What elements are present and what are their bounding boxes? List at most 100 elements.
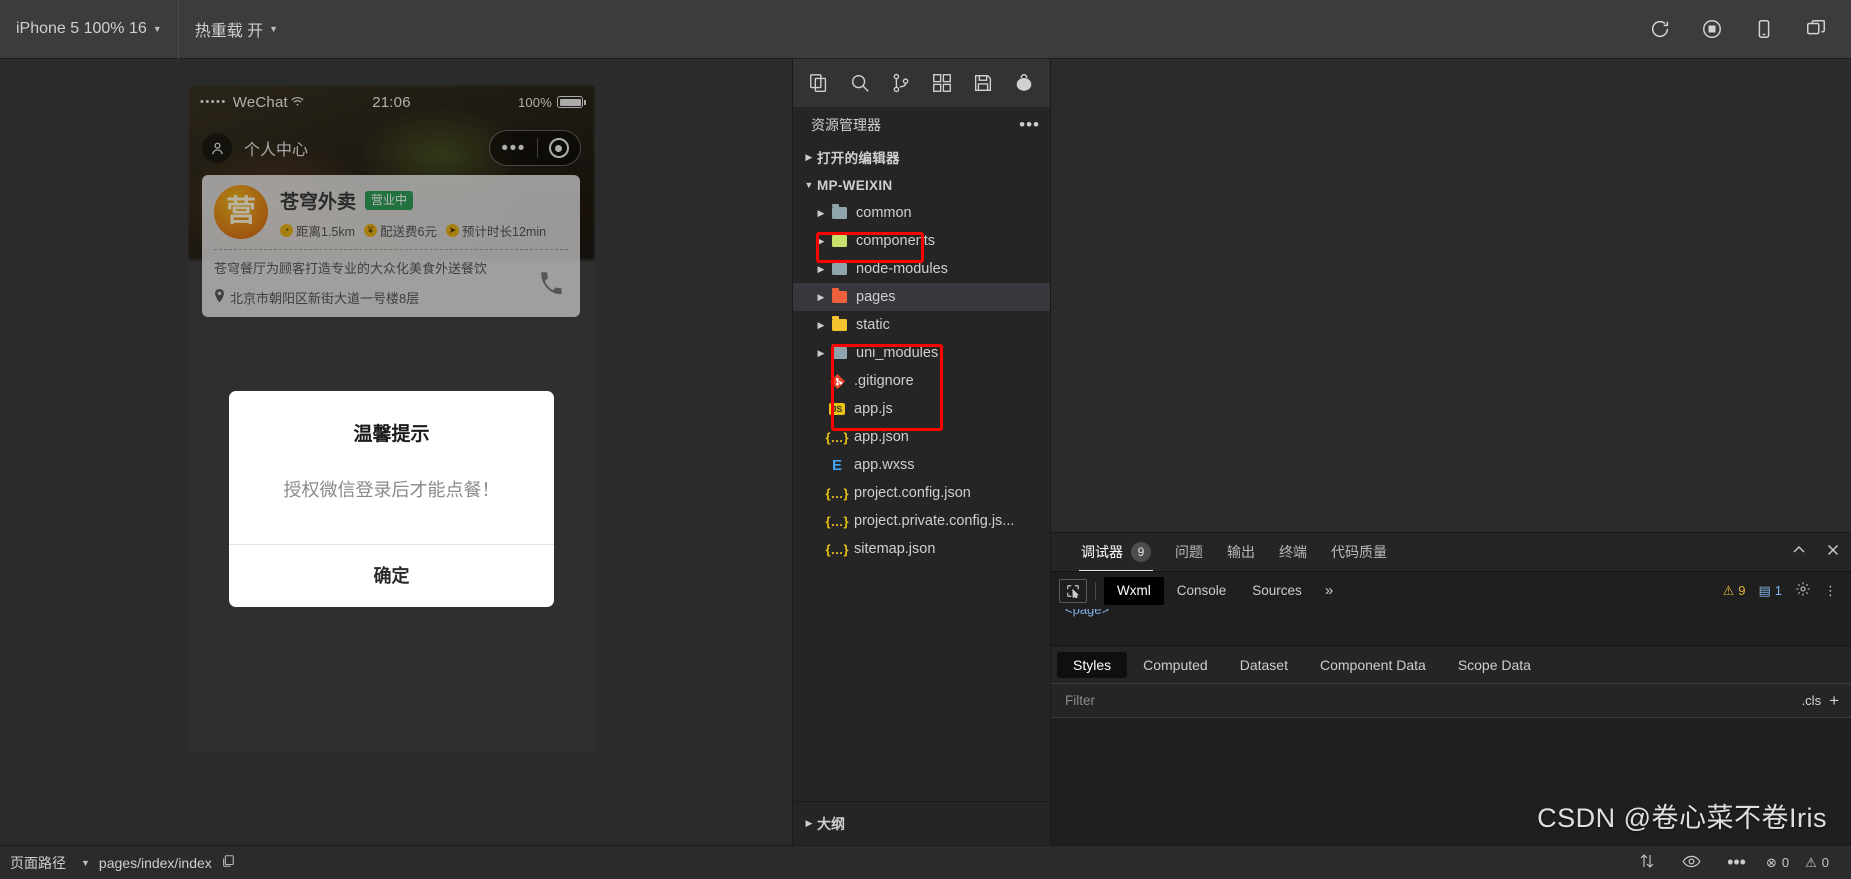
warning-indicator[interactable]: ⚠ 0 [1805,855,1829,871]
tree-item-label: app.js [854,401,893,417]
uniapp-icon[interactable] [1013,70,1036,96]
search-icon[interactable] [848,70,871,96]
tab-debugger[interactable]: 调试器 9 [1069,533,1163,571]
dom-tree[interactable]: <page> [1051,609,1851,645]
modal-title: 温馨提示 [353,424,430,445]
tree-item-common[interactable]: ▶ common [793,199,1050,227]
source-control-icon[interactable] [889,70,912,96]
compare-icon[interactable] [1638,852,1656,873]
chevron-up-icon[interactable] [1791,542,1807,562]
folder-icon [829,260,849,275]
tab-debugger-label: 调试器 [1081,544,1123,560]
style-filter-row: .cls + [1051,683,1851,717]
filter-input[interactable] [1065,693,1794,708]
tree-item-label: .gitignore [854,373,914,389]
tab-problems[interactable]: 问题 [1163,533,1215,571]
folder-static-icon [829,316,849,331]
kebab-menu-icon[interactable]: ⋮ [1824,583,1837,599]
cls-button[interactable]: .cls [1794,693,1830,708]
chevron-down-icon: ▼ [804,180,814,190]
tab-code-quality-label: 代码质量 [1331,544,1387,560]
modal-message: 授权微信登录后才能点餐！ [283,480,500,500]
tree-section-label: 打开的编辑器 [817,151,900,166]
inspector-tab-wxml[interactable]: Wxml [1104,576,1164,605]
style-tab-scope-data[interactable]: Scope Data [1442,652,1547,678]
explorer-icon[interactable] [807,70,830,96]
hot-reload-selector[interactable]: 热重载 开 ▼ [179,0,294,59]
tree-item-app-js[interactable]: JS app.js [793,395,1050,423]
tab-terminal[interactable]: 终端 [1267,533,1319,571]
json-icon: {…} [825,429,849,445]
tree-item-node-modules[interactable]: ▶ node-modules [793,255,1050,283]
inspector-toolbar: Wxml Console Sources » ⚠ 9 ▤ 1 ⋮ [1051,571,1851,609]
tree-item-label: pages [856,289,896,305]
inspector-status: ⚠ 9 ▤ 1 ⋮ [1723,581,1843,600]
error-indicator[interactable]: ⊗ 0 [1766,855,1789,871]
extensions-icon[interactable] [931,70,954,96]
simulator-toolbar: iPhone 5 100% 16 ▼ 热重载 开 ▼ [0,0,1851,59]
editor-area[interactable] [1051,59,1851,532]
tree-item-label: static [856,317,890,333]
tree-item-label: components [856,233,935,249]
app-root: iPhone 5 100% 16 ▼ 热重载 开 ▼ ••••• WeChat … [0,0,1851,879]
devtools-window-controls [1791,542,1841,562]
chevrons-right-icon[interactable]: » [1315,582,1343,599]
window-icon[interactable] [1803,16,1829,42]
tree-item-pages[interactable]: ▶ pages [793,283,1050,311]
tree-item-sitemap-json[interactable]: {…} sitemap.json [793,535,1050,563]
tree-item-app-json[interactable]: {…} app.json [793,423,1050,451]
device-selector[interactable]: iPhone 5 100% 16 ▼ [0,0,179,59]
modal-confirm-button[interactable]: 确定 [229,545,554,607]
tree-item-project-config[interactable]: {…} project.config.json [793,479,1050,507]
tree-item-components[interactable]: ▶ components [793,227,1050,255]
eye-icon[interactable] [1682,852,1701,874]
info-indicator[interactable]: ▤ 1 [1758,583,1782,599]
style-tab-dataset[interactable]: Dataset [1224,652,1304,678]
save-all-icon[interactable] [972,70,995,96]
style-tab-styles[interactable]: Styles [1057,651,1128,678]
element-picker-icon[interactable] [1059,578,1087,603]
tree-item-label: common [856,205,912,221]
tree-item-label: project.private.config.js... [854,513,1015,529]
style-tab-computed[interactable]: Computed [1127,652,1224,678]
outline-section[interactable]: ▶ 大纲 [793,801,1050,845]
tree-section-open-editors[interactable]: ▶ 打开的编辑器 [793,143,1050,171]
gear-icon[interactable] [1795,581,1811,600]
tree-item-gitignore[interactable]: .gitignore [793,367,1050,395]
tree-section-mp-weixin[interactable]: ▼ MP-WEIXIN [793,171,1050,199]
style-tab-component-data[interactable]: Component Data [1304,652,1442,678]
refresh-icon[interactable] [1647,16,1673,42]
hot-reload-label: 热重载 开 [194,23,264,40]
inspector-tab-console[interactable]: Console [1164,577,1240,605]
tree-item-uni-modules[interactable]: ▶ uni_modules [793,339,1050,367]
ellipsis-icon[interactable]: ••• [1727,852,1746,873]
plus-icon[interactable]: + [1829,691,1841,711]
outline-label: 大纲 [817,815,845,832]
phone-simulator[interactable]: ••••• WeChat 21:06 100% 个人中心 ••• 营 苍穹外卖 … [188,85,595,751]
chevron-right-icon: ▶ [805,818,813,828]
inspector-tab-sources[interactable]: Sources [1239,577,1315,605]
mobile-icon[interactable] [1751,16,1777,42]
page-path-value: pages/index/index [98,854,212,871]
stop-icon[interactable] [1699,16,1725,42]
chevron-right-icon: ▶ [817,319,825,330]
tab-code-quality[interactable]: 代码质量 [1319,533,1399,571]
tab-output[interactable]: 输出 [1215,533,1267,571]
warning-indicator[interactable]: ⚠ 9 [1723,583,1746,599]
tree-item-app-wxss[interactable]: Ǝ app.wxss [793,451,1050,479]
page-path-area: 页面路径 ▼ pages/index/index [0,853,235,873]
simulator-pane: ••••• WeChat 21:06 100% 个人中心 ••• 营 苍穹外卖 … [0,59,793,845]
tree-item-static[interactable]: ▶ static [793,311,1050,339]
chevron-down-icon: ▼ [152,24,162,34]
tree-item-label: uni_modules [856,345,939,361]
copy-icon[interactable] [221,854,235,871]
divider [1095,581,1096,600]
tab-output-label: 输出 [1227,544,1255,560]
chevron-down-icon[interactable]: ▼ [81,858,90,868]
ellipsis-icon[interactable]: ••• [1019,115,1040,135]
tree-item-project-private-config[interactable]: {…} project.private.config.js... [793,507,1050,535]
debugger-count-badge: 9 [1131,542,1151,562]
close-icon[interactable] [1825,542,1841,562]
warning-icon: ⚠ [1805,854,1817,870]
chevron-right-icon: ▶ [817,235,825,246]
